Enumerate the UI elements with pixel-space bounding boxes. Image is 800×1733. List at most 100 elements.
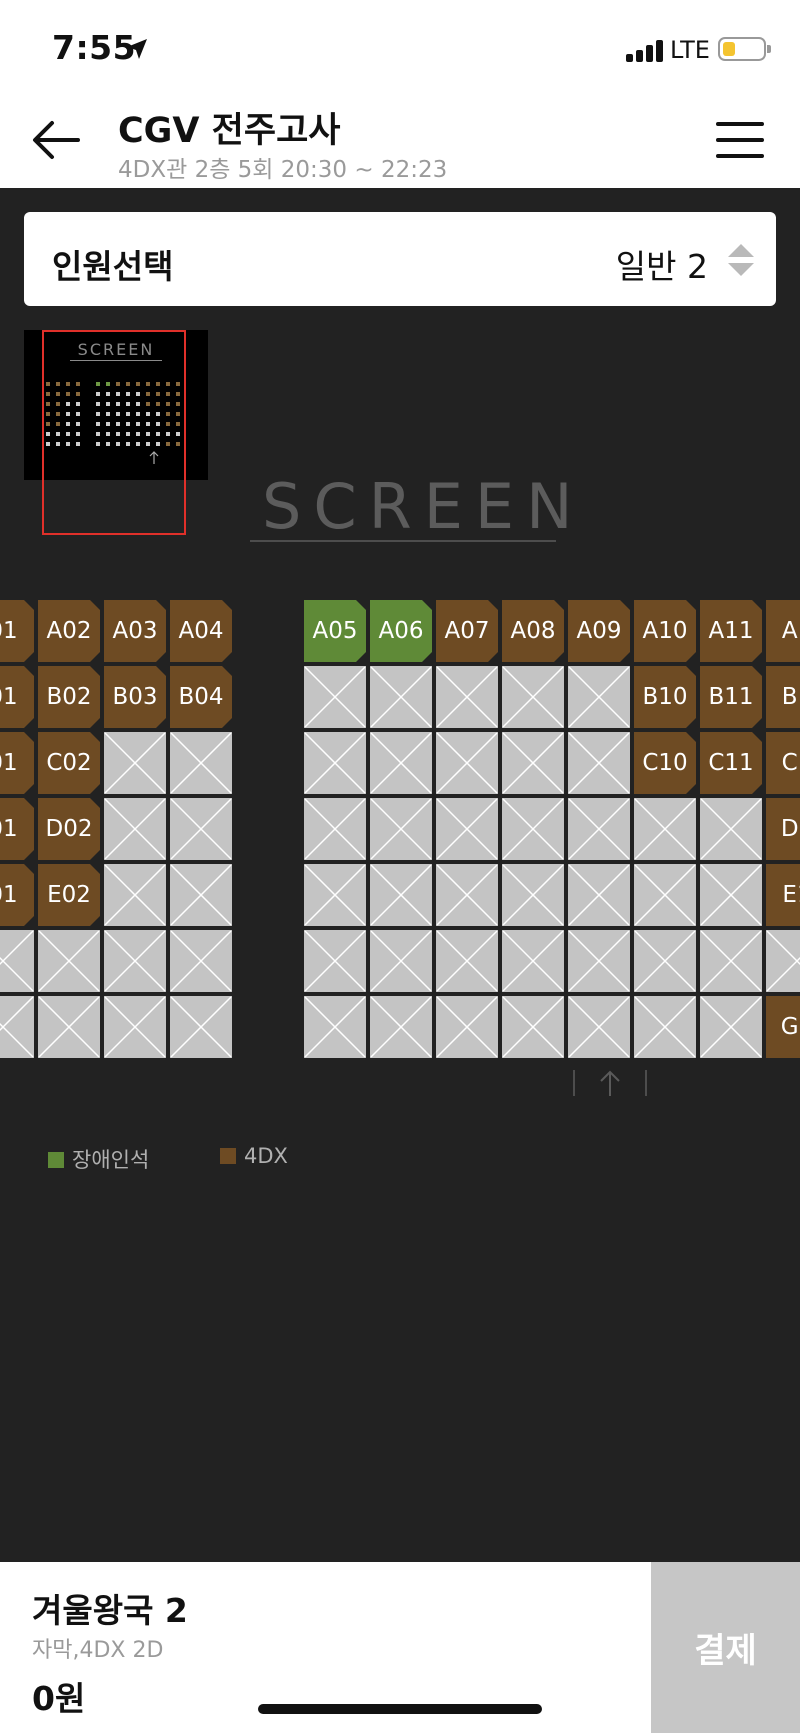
- seat-a-11[interactable]: A11: [700, 600, 762, 662]
- seat-g-2: [38, 996, 100, 1058]
- seat-e-5: [304, 864, 366, 926]
- screen-line: [250, 540, 556, 542]
- hamburger-menu-icon[interactable]: [716, 118, 768, 162]
- total-price: 0원: [32, 1679, 86, 1718]
- seat-e-3: [104, 864, 166, 926]
- seat-e-11: [700, 864, 762, 926]
- seat-c-4: [170, 732, 232, 794]
- seat-b-11[interactable]: B11: [700, 666, 762, 728]
- seat-a-9[interactable]: A09: [568, 600, 630, 662]
- back-arrow-icon[interactable]: [28, 112, 84, 168]
- legend-item-4dx: 4DX: [220, 1144, 288, 1168]
- seat-c-1[interactable]: 01: [0, 732, 34, 794]
- status-time: 7:55: [52, 28, 137, 67]
- seat-e-8: [502, 864, 564, 926]
- seat-a-2[interactable]: A02: [38, 600, 100, 662]
- seat-e-10: [634, 864, 696, 926]
- seat-f-7: [436, 930, 498, 992]
- seat-d-5: [304, 798, 366, 860]
- seat-g-11: [700, 996, 762, 1058]
- seat-c-5: [304, 732, 366, 794]
- seat-d-2[interactable]: D02: [38, 798, 100, 860]
- seat-d-6: [370, 798, 432, 860]
- home-indicator: [258, 1704, 542, 1714]
- screen-label: SCREEN: [262, 470, 585, 543]
- seat-c-11[interactable]: C11: [700, 732, 762, 794]
- seat-e-2[interactable]: E02: [38, 864, 100, 926]
- seat-e-12[interactable]: E1: [766, 864, 800, 926]
- seat-a-3[interactable]: A03: [104, 600, 166, 662]
- seat-d-12[interactable]: D1: [766, 798, 800, 860]
- legend-swatch-accessible: [48, 1152, 64, 1168]
- seat-a-6[interactable]: A06: [370, 600, 432, 662]
- seat-g-3: [104, 996, 166, 1058]
- seat-d-8: [502, 798, 564, 860]
- seat-g-7: [436, 996, 498, 1058]
- seat-f-10: [634, 930, 696, 992]
- seat-c-3: [104, 732, 166, 794]
- seat-c-12[interactable]: C1: [766, 732, 800, 794]
- audience-selector[interactable]: 인원선택 일반 2: [24, 212, 776, 306]
- seat-d-10: [634, 798, 696, 860]
- seat-a-5[interactable]: A05: [304, 600, 366, 662]
- battery-icon: [718, 37, 771, 61]
- seat-f-4: [170, 930, 232, 992]
- seat-e-7: [436, 864, 498, 926]
- showtime-subtitle: 4DX관 2층 5회 20:30 ~ 22:23: [118, 157, 448, 183]
- seat-d-11: [700, 798, 762, 860]
- seat-map: 01A02A03A04A05A06A07A08A09A10A11A101B02B…: [0, 600, 800, 1070]
- legend-swatch-4dx: [220, 1148, 236, 1164]
- seat-f-12: [766, 930, 800, 992]
- seat-a-12[interactable]: A1: [766, 600, 800, 662]
- seat-f-11: [700, 930, 762, 992]
- seat-e-4: [170, 864, 232, 926]
- seat-c-6: [370, 732, 432, 794]
- seat-g-10: [634, 996, 696, 1058]
- seat-d-1[interactable]: 01: [0, 798, 34, 860]
- seat-a-7[interactable]: A07: [436, 600, 498, 662]
- legend-label: 장애인석: [72, 1148, 150, 1172]
- seat-g-12[interactable]: G1: [766, 996, 800, 1058]
- seat-b-9: [568, 666, 630, 728]
- seat-e-1[interactable]: 01: [0, 864, 34, 926]
- seat-b-12[interactable]: B1: [766, 666, 800, 728]
- seat-f-3: [104, 930, 166, 992]
- seat-b-3[interactable]: B03: [104, 666, 166, 728]
- movie-format: 자막,4DX 2D: [32, 1638, 164, 1663]
- seat-g-9: [568, 996, 630, 1058]
- seat-f-8: [502, 930, 564, 992]
- seat-f-6: [370, 930, 432, 992]
- seat-c-7: [436, 732, 498, 794]
- minimap-viewport-frame[interactable]: [42, 330, 186, 535]
- seat-b-4[interactable]: B04: [170, 666, 232, 728]
- seat-d-9: [568, 798, 630, 860]
- seat-c-8: [502, 732, 564, 794]
- seat-b-1[interactable]: 01: [0, 666, 34, 728]
- seat-a-1[interactable]: 01: [0, 600, 34, 662]
- seat-d-4: [170, 798, 232, 860]
- seat-f-5: [304, 930, 366, 992]
- seat-e-6: [370, 864, 432, 926]
- legend-label: 4DX: [244, 1144, 288, 1168]
- seat-g-6: [370, 996, 432, 1058]
- seat-g-8: [502, 996, 564, 1058]
- movie-title: 겨울왕국 2: [32, 1591, 188, 1630]
- seat-f-9: [568, 930, 630, 992]
- seat-a-10[interactable]: A10: [634, 600, 696, 662]
- seat-a-4[interactable]: A04: [170, 600, 232, 662]
- seat-c-10[interactable]: C10: [634, 732, 696, 794]
- audience-selector-value: 일반 2: [615, 247, 708, 286]
- seat-b-10[interactable]: B10: [634, 666, 696, 728]
- app-header: 7:55 LTE CGV 전주고사 4DX관 2층 5회 20:30 ~ 22:…: [0, 0, 800, 188]
- up-down-caret-icon: [728, 244, 754, 276]
- seat-f-2: [38, 930, 100, 992]
- seat-b-2[interactable]: B02: [38, 666, 100, 728]
- seat-a-8[interactable]: A08: [502, 600, 564, 662]
- page-title: CGV 전주고사: [118, 111, 341, 151]
- seat-g-5: [304, 996, 366, 1058]
- seat-g-1: [0, 996, 34, 1058]
- seat-c-2[interactable]: C02: [38, 732, 100, 794]
- signal-icon: [626, 40, 664, 62]
- pay-button[interactable]: 결제: [651, 1562, 800, 1733]
- audience-selector-label: 인원선택: [52, 247, 174, 286]
